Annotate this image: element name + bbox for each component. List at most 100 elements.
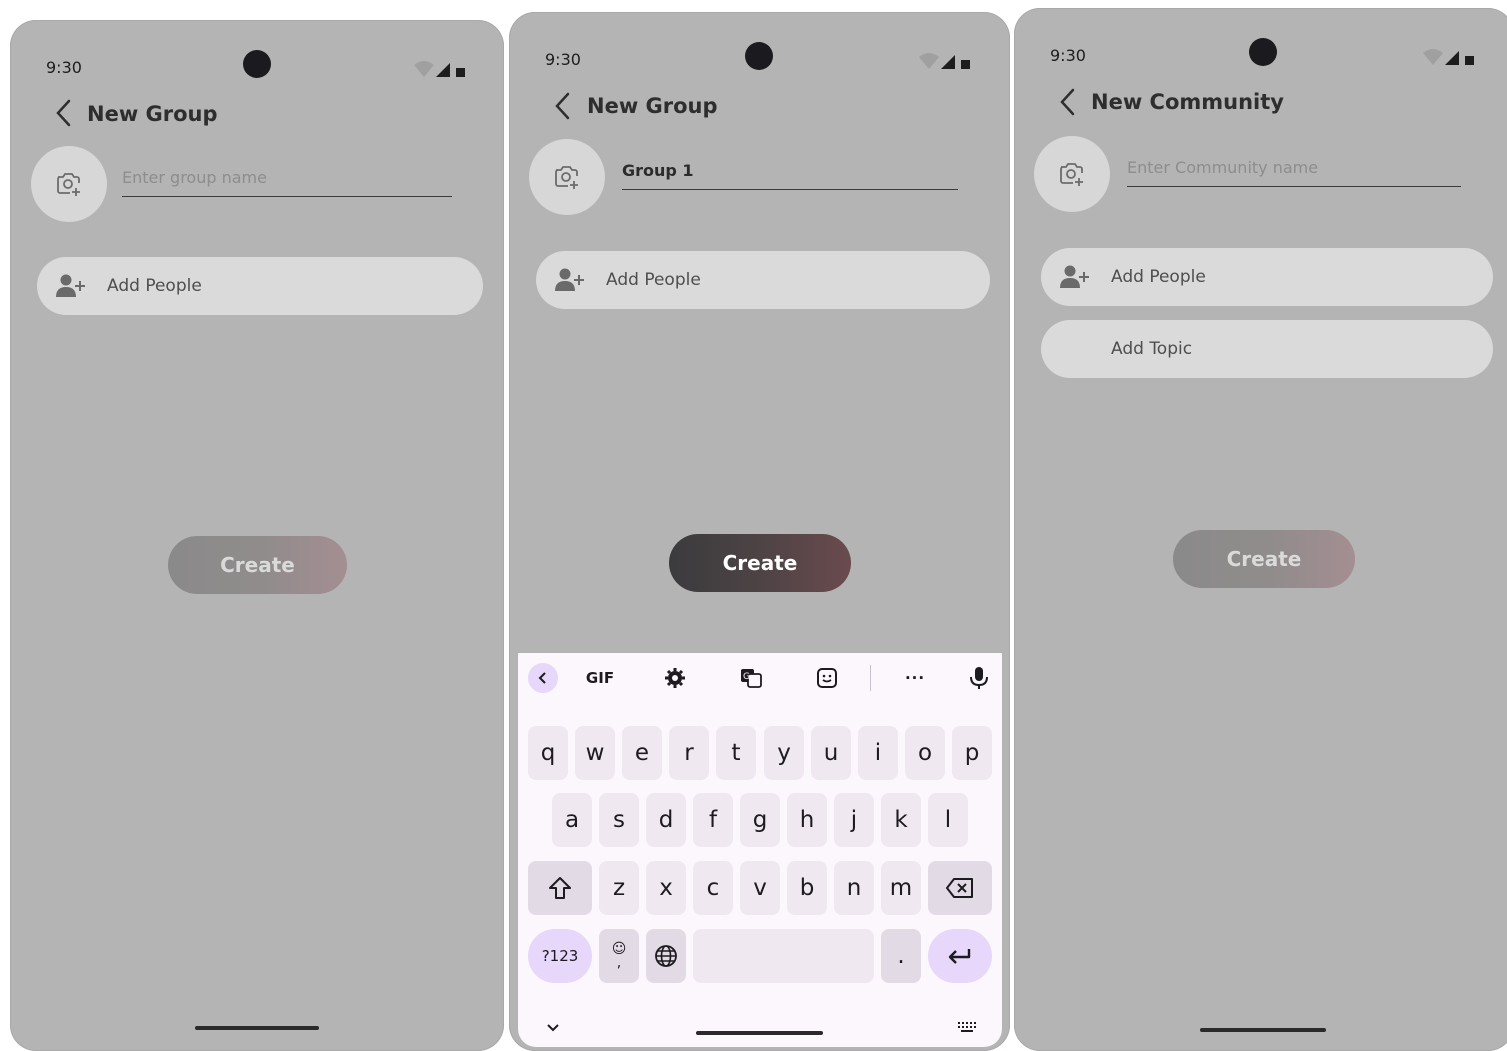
backspace-icon bbox=[946, 878, 973, 898]
key-v[interactable]: v bbox=[740, 861, 780, 915]
more-icon[interactable]: ··· bbox=[900, 663, 930, 693]
key-g[interactable]: g bbox=[740, 793, 780, 847]
key-q[interactable]: q bbox=[528, 726, 568, 780]
key-u[interactable]: u bbox=[811, 726, 851, 780]
phone-screen-new-group-empty: 9:30 New Group Add People Create bbox=[10, 20, 504, 1051]
signal-icon bbox=[941, 55, 955, 69]
gear-icon[interactable] bbox=[660, 663, 690, 693]
period-key[interactable]: . bbox=[881, 929, 921, 983]
key-t[interactable]: t bbox=[716, 726, 756, 780]
wifi-icon bbox=[919, 53, 939, 69]
add-person-icon bbox=[555, 268, 584, 291]
status-icons bbox=[414, 61, 465, 77]
add-people-label: Add People bbox=[1111, 267, 1206, 287]
create-button[interactable]: Create bbox=[168, 536, 347, 594]
chevron-left-icon[interactable] bbox=[528, 663, 558, 693]
emoji-comma-key[interactable]: ☺ , bbox=[599, 929, 639, 983]
add-people-button[interactable]: Add People bbox=[37, 257, 483, 315]
add-topic-label: Add Topic bbox=[1111, 339, 1193, 359]
key-a[interactable]: a bbox=[552, 793, 592, 847]
page-title: New Community bbox=[1091, 90, 1284, 114]
status-time: 9:30 bbox=[1050, 46, 1086, 65]
key-p[interactable]: p bbox=[952, 726, 992, 780]
key-d[interactable]: d bbox=[646, 793, 686, 847]
page-title: New Group bbox=[587, 94, 718, 118]
key-f[interactable]: f bbox=[693, 793, 733, 847]
key-z[interactable]: z bbox=[599, 861, 639, 915]
enter-arrow-icon bbox=[948, 949, 971, 964]
hide-keyboard-icon[interactable] bbox=[538, 1013, 568, 1043]
space-key[interactable] bbox=[693, 929, 874, 983]
add-topic-button[interactable]: Add Topic bbox=[1041, 320, 1493, 378]
shift-key[interactable] bbox=[528, 861, 592, 915]
symbols-key[interactable]: ?123 bbox=[528, 929, 592, 983]
backspace-key[interactable] bbox=[928, 861, 992, 915]
add-people-button[interactable]: Add People bbox=[1041, 248, 1493, 306]
wifi-icon bbox=[1423, 49, 1443, 65]
gif-button[interactable]: GIF bbox=[580, 663, 620, 693]
group-name-field[interactable] bbox=[122, 168, 452, 197]
soft-keyboard: GIF G ··· q w e r t y u i o p a s d f g … bbox=[518, 653, 1002, 1047]
key-l[interactable]: l bbox=[928, 793, 968, 847]
add-person-icon bbox=[1060, 265, 1089, 288]
group-name-input[interactable] bbox=[622, 161, 958, 180]
group-name-input[interactable] bbox=[122, 168, 452, 187]
key-h[interactable]: h bbox=[787, 793, 827, 847]
back-arrow-icon[interactable] bbox=[1058, 87, 1078, 117]
front-camera bbox=[243, 50, 271, 78]
status-time: 9:30 bbox=[545, 50, 581, 69]
key-y[interactable]: y bbox=[764, 726, 804, 780]
create-button[interactable]: Create bbox=[669, 534, 851, 592]
globe-icon bbox=[655, 945, 677, 967]
add-people-button[interactable]: Add People bbox=[536, 251, 990, 309]
community-name-field[interactable] bbox=[1127, 158, 1461, 187]
add-photo-camera-icon bbox=[1060, 163, 1083, 186]
create-button[interactable]: Create bbox=[1173, 530, 1355, 588]
key-n[interactable]: n bbox=[834, 861, 874, 915]
keyboard-switch-icon[interactable] bbox=[952, 1013, 982, 1043]
front-camera bbox=[745, 42, 773, 70]
key-s[interactable]: s bbox=[599, 793, 639, 847]
key-m[interactable]: m bbox=[881, 861, 921, 915]
group-photo-picker[interactable] bbox=[31, 146, 107, 222]
key-k[interactable]: k bbox=[881, 793, 921, 847]
add-photo-camera-icon bbox=[57, 173, 80, 196]
phone-screen-new-community: 9:30 New Community Add People Add Topic … bbox=[1014, 8, 1507, 1051]
back-arrow-icon[interactable] bbox=[553, 91, 573, 121]
key-x[interactable]: x bbox=[646, 861, 686, 915]
key-w[interactable]: w bbox=[575, 726, 615, 780]
language-key[interactable] bbox=[646, 929, 686, 983]
group-photo-picker[interactable] bbox=[529, 139, 605, 215]
sticker-icon[interactable] bbox=[812, 663, 842, 693]
key-e[interactable]: e bbox=[622, 726, 662, 780]
status-icons bbox=[1423, 49, 1474, 65]
status-icons bbox=[919, 53, 970, 69]
key-c[interactable]: c bbox=[693, 861, 733, 915]
community-photo-picker[interactable] bbox=[1034, 136, 1110, 212]
community-name-input[interactable] bbox=[1127, 158, 1461, 177]
home-indicator bbox=[1200, 1028, 1326, 1032]
page-title: New Group bbox=[87, 102, 218, 126]
emoji-glyph: ☺ bbox=[611, 941, 627, 957]
translate-icon[interactable]: G bbox=[736, 663, 766, 693]
home-indicator bbox=[195, 1026, 319, 1030]
home-indicator bbox=[696, 1031, 823, 1035]
add-person-icon bbox=[56, 274, 85, 297]
status-time: 9:30 bbox=[46, 58, 82, 77]
signal-icon bbox=[436, 63, 450, 77]
key-b[interactable]: b bbox=[787, 861, 827, 915]
key-i[interactable]: i bbox=[858, 726, 898, 780]
phone-screen-new-group-typing: 9:30 New Group Add People Create bbox=[509, 12, 1010, 1051]
shift-icon bbox=[549, 877, 571, 899]
key-j[interactable]: j bbox=[834, 793, 874, 847]
mic-icon[interactable] bbox=[964, 663, 994, 693]
back-arrow-icon[interactable] bbox=[54, 98, 74, 128]
add-people-label: Add People bbox=[606, 270, 701, 290]
toolbar-divider bbox=[870, 665, 871, 691]
front-camera bbox=[1249, 38, 1277, 66]
add-photo-camera-icon bbox=[555, 166, 578, 189]
group-name-field[interactable] bbox=[622, 161, 958, 190]
key-o[interactable]: o bbox=[905, 726, 945, 780]
enter-key[interactable] bbox=[928, 929, 992, 983]
key-r[interactable]: r bbox=[669, 726, 709, 780]
